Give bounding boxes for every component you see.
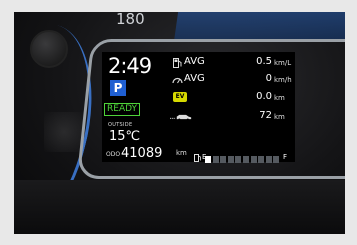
range-unit: km [274,113,285,121]
fuel-segment [250,156,257,163]
outside-label: OUTSIDE [108,122,133,128]
multi-info-display: 2:49 P READY OUTSIDE 15℃ ODO 41089 km AV… [102,52,295,163]
speedometer-icon [172,77,183,84]
odometer: 41089 [121,146,163,161]
fuel-level-bar [205,156,281,163]
outside-temperature: 15℃ [109,129,141,144]
fuel-gauge-icon [194,154,201,162]
fuel-segment [243,156,250,163]
gauge-knob [30,30,68,68]
speed-mark: 180 [116,12,145,28]
dashboard-lower-trim [14,180,345,234]
fuel-segment [212,156,219,163]
glare [44,112,84,152]
avg-fuel-unit: km/L [274,59,292,67]
dashboard-photo: 180 2:49 P READY OUTSIDE 15℃ ODO 41089 k… [14,12,345,234]
odo-label: ODO [106,151,121,158]
avg-speed-unit: km/h [274,76,292,84]
gear-indicator: P [110,80,126,96]
clock: 2:49 [108,54,152,78]
speed-gauge-band [173,12,345,42]
fuel-segment [227,156,234,163]
avg-fuel-label: AVG [184,56,205,67]
fuel-full-label: F [283,153,288,161]
fuel-segment [273,156,280,163]
ev-distance-unit: km [274,94,285,102]
avg-speed-label: AVG [184,73,205,84]
fuel-pump-icon [173,58,182,68]
avg-fuel-value: 0.5 [256,56,272,67]
fuel-segment [235,156,242,163]
fuel-segment [258,156,265,163]
ready-indicator: READY [104,103,141,116]
avg-speed-value: 0 [265,73,272,84]
fuel-segment [220,156,227,163]
fuel-segment [265,156,272,163]
ev-icon: EV [173,92,187,102]
ev-distance-value: 0.0 [256,91,272,102]
fuel-segment [205,156,212,163]
range-value: 72 [259,110,272,121]
odometer-unit: km [176,149,187,157]
car-range-icon [170,114,192,121]
